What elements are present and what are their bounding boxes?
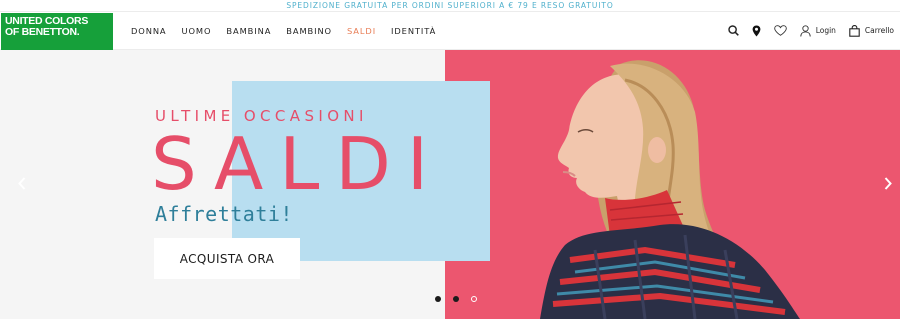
hero-model-image xyxy=(540,60,800,319)
header-actions: Login Carrello xyxy=(715,12,894,49)
main-nav: DONNA UOMO BAMBINA BAMBINO SALDI IDENTIT… xyxy=(131,12,451,49)
carousel-next-button[interactable] xyxy=(884,177,892,195)
carousel-dot-1[interactable] xyxy=(435,296,441,302)
promo-bar: SPEDIZIONE GRATUITA PER ORDINI SUPERIORI… xyxy=(0,0,900,11)
login-button[interactable]: Login xyxy=(800,24,836,37)
wishlist-button[interactable] xyxy=(773,25,787,36)
hero-banner[interactable]: ULTIME OCCASIONI SALDI Affrettati! ACQUI… xyxy=(0,50,900,319)
heart-icon xyxy=(773,25,787,36)
hero-title: SALDI xyxy=(151,122,445,206)
carousel-dot-2[interactable] xyxy=(453,296,459,302)
carousel-dot-3[interactable] xyxy=(471,296,477,302)
store-locator-button[interactable] xyxy=(752,25,761,37)
site-header: UNITED COLORS OF BENETTON. DONNA UOMO BA… xyxy=(0,11,900,50)
shop-now-button[interactable]: ACQUISTA ORA xyxy=(154,238,300,279)
carousel-dots xyxy=(435,296,489,302)
carousel-prev-button[interactable] xyxy=(18,177,26,195)
benetton-logo[interactable]: UNITED COLORS OF BENETTON. xyxy=(1,13,113,50)
nav-item-uomo[interactable]: UOMO xyxy=(182,26,212,36)
hero-tagline: Affrettati! xyxy=(155,202,293,226)
promo-text: SPEDIZIONE GRATUITA PER ORDINI SUPERIORI… xyxy=(286,1,614,10)
nav-item-bambina[interactable]: BAMBINA xyxy=(226,26,271,36)
chevron-right-icon xyxy=(884,177,892,190)
search-button[interactable] xyxy=(727,25,739,36)
logo-line-2: OF BENETTON. xyxy=(5,26,80,38)
cart-label: Carrello xyxy=(864,26,894,35)
location-pin-icon xyxy=(752,25,761,36)
cart-button[interactable]: Carrello xyxy=(849,24,894,37)
nav-item-bambino[interactable]: BAMBINO xyxy=(286,26,332,36)
nav-item-identita[interactable]: IDENTITÀ xyxy=(391,26,436,36)
user-icon xyxy=(800,24,811,37)
bag-icon xyxy=(849,24,860,37)
nav-item-donna[interactable]: DONNA xyxy=(131,26,167,36)
search-icon xyxy=(727,25,739,36)
login-label: Login xyxy=(815,26,836,35)
nav-item-saldi[interactable]: SALDI xyxy=(347,26,376,36)
chevron-left-icon xyxy=(18,177,26,190)
